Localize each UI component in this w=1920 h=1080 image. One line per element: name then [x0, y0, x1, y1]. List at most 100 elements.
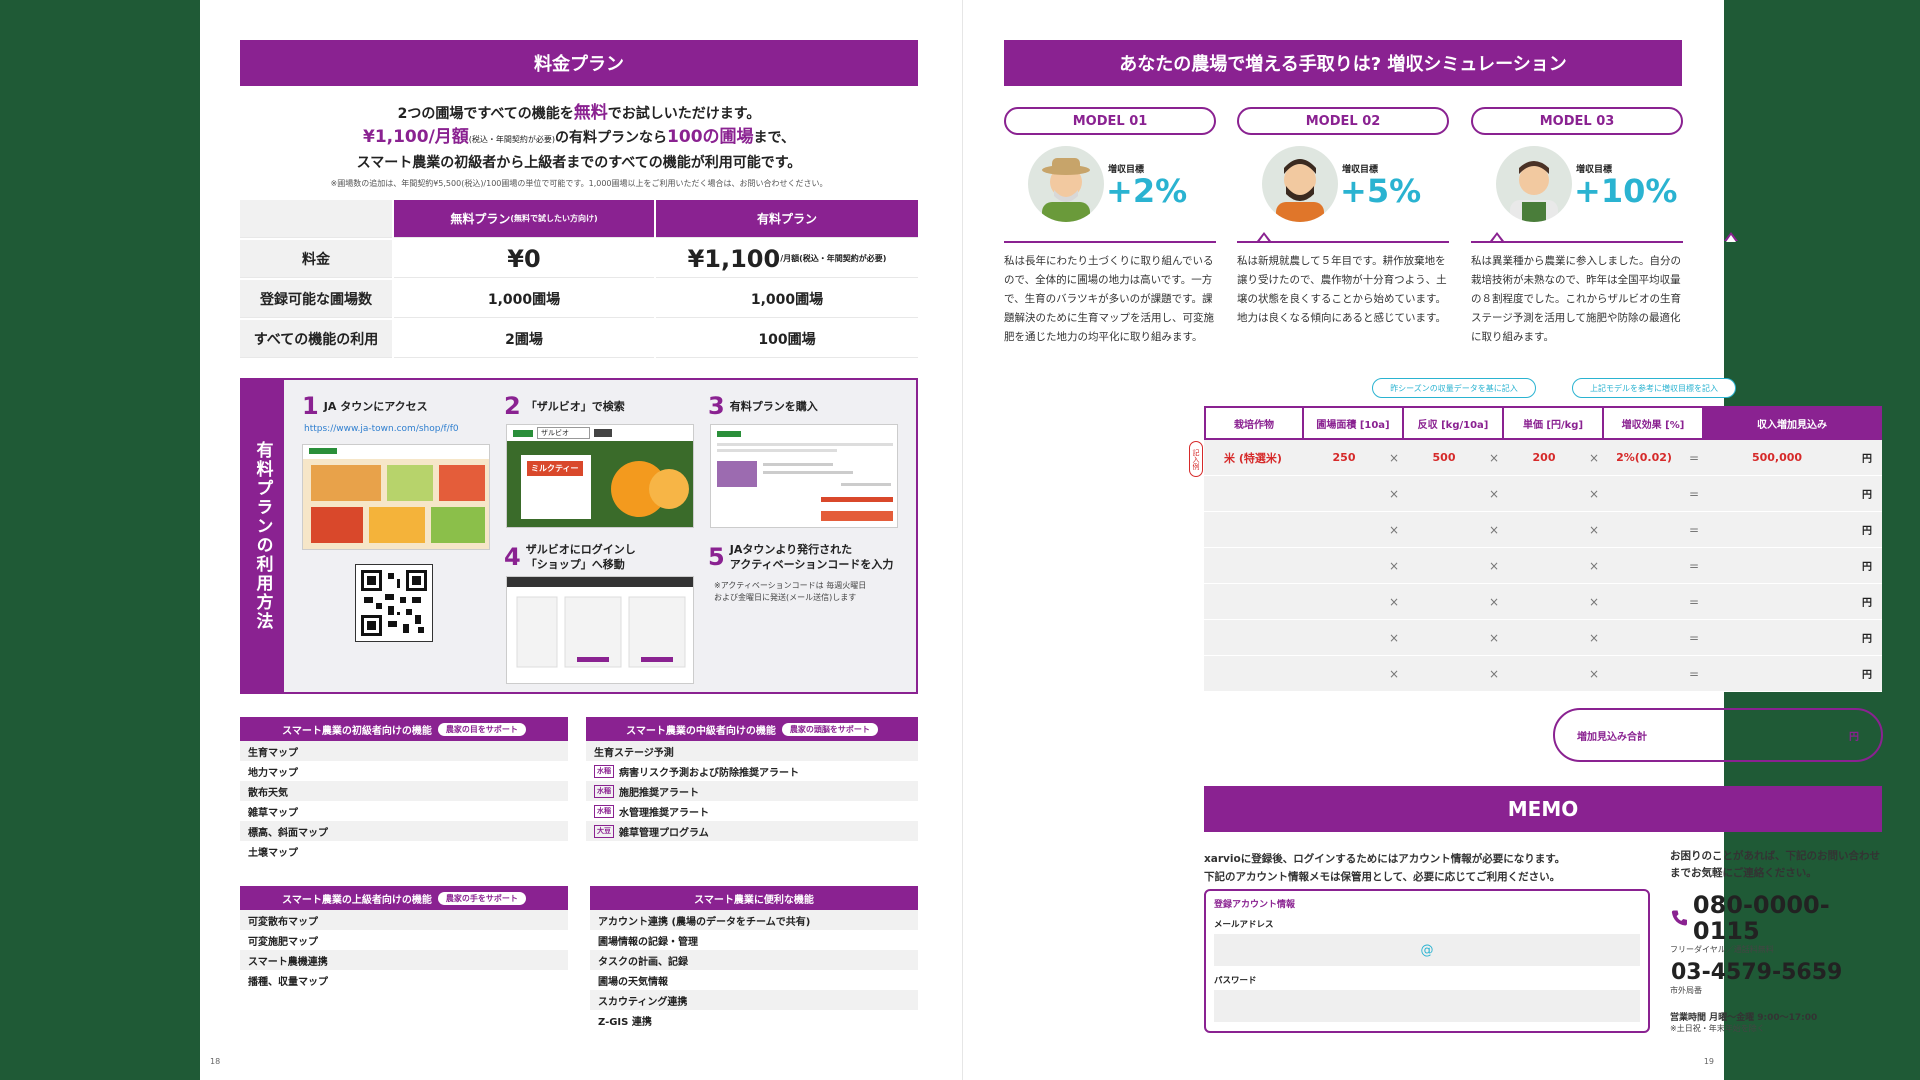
email-field[interactable]: @: [1214, 934, 1640, 966]
sim-income: 500,000: [1751, 451, 1803, 464]
sim-input-cell[interactable]: [1402, 548, 1486, 583]
intro-tax: (税込・年間契約が必要): [468, 135, 556, 144]
sim-input-cell[interactable]: [1702, 584, 1852, 619]
equals-sign: =: [1688, 486, 1700, 501]
step-number: 1: [302, 392, 319, 420]
page-number-left: 18: [210, 1057, 221, 1066]
equals-sign: =: [1688, 522, 1700, 537]
free-plan-label: 無料プラン: [450, 212, 511, 226]
paid-plan-steps: 有料プランの利用方法 1 JA タウンにアクセス https://www.ja-…: [240, 378, 918, 694]
feature-item-label: 地力マップ: [248, 767, 298, 779]
model-02-text: 私は新規就農して５年目です。耕作放棄地を譲り受けたので、農作物が十分育つよう、土…: [1237, 255, 1447, 324]
step-5: 5 JAタウンより発行された アクティベーションコードを入力: [708, 542, 893, 572]
sim-input-cell[interactable]: [1302, 548, 1386, 583]
total-increase-box[interactable]: 増加見込み合計 円: [1553, 708, 1883, 762]
memo-line: 下記のアカウント情報メモは保管用として、必要に応じてご利用ください。: [1204, 871, 1561, 883]
intro-text: スマート農業の初級者から上級者までのすべての機能が利用可能です。: [356, 155, 802, 171]
feature-item: 散布天気: [240, 781, 568, 801]
sim-input-cell[interactable]: [1204, 548, 1302, 583]
free-value: 1,000圃場: [394, 280, 654, 318]
convenient-features-header: スマート農業に便利な機能: [590, 886, 918, 910]
features-title: スマート農業の初級者向けの機能: [282, 725, 432, 737]
pricing-row: 料金 ¥0 ¥1,100/月額(税込・年間契約が必要): [240, 240, 918, 278]
contact-text: お困りのことがあれば、下記のお問い合わせ: [1670, 850, 1880, 862]
sim-input-cell[interactable]: [1402, 620, 1486, 655]
sim-input-cell[interactable]: [1204, 512, 1302, 547]
sim-input-cell[interactable]: [1602, 548, 1686, 583]
sim-input-cell[interactable]: [1502, 548, 1586, 583]
farmer-avatar-2: [1262, 146, 1338, 222]
qr-code-graphic: [361, 570, 427, 636]
sim-input-cell[interactable]: [1302, 584, 1386, 619]
sim-input-cell[interactable]: [1602, 512, 1686, 547]
sim-input-cell[interactable]: [1302, 476, 1386, 511]
feature-item-label: 生育マップ: [248, 747, 298, 759]
ja-town-link[interactable]: https://www.ja-town.com/shop/f/f0: [304, 424, 459, 434]
sim-input-cell[interactable]: [1502, 512, 1586, 547]
sim-input-cell[interactable]: [1602, 656, 1686, 691]
sim-input-cell[interactable]: [1302, 656, 1386, 691]
sim-input-cell[interactable]: [1502, 476, 1586, 511]
intro-free: 無料: [573, 103, 608, 123]
sim-input-cell[interactable]: [1204, 620, 1302, 655]
advanced-features: スマート農業の上級者向けの機能 農家の手をサポート 可変散布マップ 可変施肥マップス…: [240, 886, 568, 990]
sim-input-cell[interactable]: [1402, 512, 1486, 547]
screenshot-graphic: [303, 445, 489, 549]
sim-crop: 米 (特選米): [1224, 451, 1282, 465]
phone-icon: [1671, 910, 1687, 926]
model-pointer: [1724, 232, 1738, 242]
sim-input-cell[interactable]: [1602, 584, 1686, 619]
sim-input-cell[interactable]: [1702, 512, 1852, 547]
sim-input-cell[interactable]: [1204, 656, 1302, 691]
feature-item-label: 可変施肥マップ: [248, 936, 318, 948]
pricing-row: すべての機能の利用 2圃場 100圃場: [240, 320, 918, 358]
sim-input-cell[interactable]: [1402, 584, 1486, 619]
sim-area: 250: [1332, 451, 1356, 464]
intro-text: まで、: [753, 130, 795, 146]
sim-input-cell[interactable]: [1402, 656, 1486, 691]
callout-goal-hint: 上記モデルを参考に増収目標を記入: [1572, 378, 1736, 398]
sim-input-cell[interactable]: [1702, 620, 1852, 655]
sim-input-cell[interactable]: [1302, 512, 1386, 547]
login-graphic: [507, 577, 693, 668]
callout-yield-hint: 昨シーズンの収量データを基に記入: [1372, 378, 1536, 398]
step-5-note: ※アクティベーションコードは 毎週火曜日 および金曜日に発送(メール送信)します: [714, 580, 866, 604]
step-number: 3: [708, 392, 725, 420]
feature-item: タスクの計画、記録: [590, 950, 918, 970]
paid-plan-header: 有料プラン: [656, 200, 918, 238]
feature-item-label: 生育ステージ予測: [594, 747, 674, 759]
sim-input-cell[interactable]: [1502, 620, 1586, 655]
sim-input-cell[interactable]: [1602, 620, 1686, 655]
sim-input-cell[interactable]: [1302, 620, 1386, 655]
sim-input-cell[interactable]: [1702, 476, 1852, 511]
sim-input-cell[interactable]: [1702, 548, 1852, 583]
simulation-input-row: × × × = 円: [1204, 476, 1882, 512]
model-divider: [1004, 241, 1216, 243]
step-title: 有料プランを購入: [729, 400, 818, 413]
features-pill: 農家の目をサポート: [437, 722, 526, 736]
sim-input-cell[interactable]: [1204, 584, 1302, 619]
feature-item-label: アカウント連携 (農場のデータをチームで共有): [598, 916, 811, 928]
free-plan-sub: (無料で試したい方向け): [510, 214, 598, 223]
sim-input-cell[interactable]: [1702, 656, 1852, 691]
free-plan-header: 無料プラン (無料で試したい方向け): [394, 200, 654, 238]
feature-item-label: 水管理推奨アラート: [619, 807, 709, 819]
business-hours: 営業時間 月曜～金曜 9:00～17:00: [1670, 1013, 1818, 1023]
pricing-title: 料金プラン: [534, 54, 624, 75]
contact-info: お困りのことがあれば、下記のお問い合わせ までお気軽にご連絡ください。 080-…: [1670, 848, 1885, 1034]
tel-secondary-number[interactable]: 03-4579-5659: [1670, 961, 1885, 985]
sim-input-cell[interactable]: [1402, 476, 1486, 511]
sim-input-cell[interactable]: [1204, 476, 1302, 511]
password-field[interactable]: [1214, 990, 1640, 1022]
times-sign: ×: [1488, 558, 1500, 573]
sim-input-cell[interactable]: [1502, 584, 1586, 619]
simulation-table: 栽培作物 圃場面積 [10a] 反収 [kg/10a] 単価 [円/kg] 増収…: [1204, 406, 1882, 692]
qr-code[interactable]: [355, 564, 433, 642]
beginner-features-list: 生育マップ 地力マップ 散布天気 雑草マップ 標高、斜面マップ 土壌マップ: [240, 741, 568, 861]
sim-input-cell[interactable]: [1502, 656, 1586, 691]
yen-unit: 円: [1862, 454, 1872, 465]
tel-primary-number[interactable]: 080-0000-0115: [1693, 892, 1885, 944]
sim-input-cell[interactable]: [1602, 476, 1686, 511]
feature-item: 雑草マップ: [240, 801, 568, 821]
features-title: スマート農業の上級者向けの機能: [282, 894, 432, 906]
